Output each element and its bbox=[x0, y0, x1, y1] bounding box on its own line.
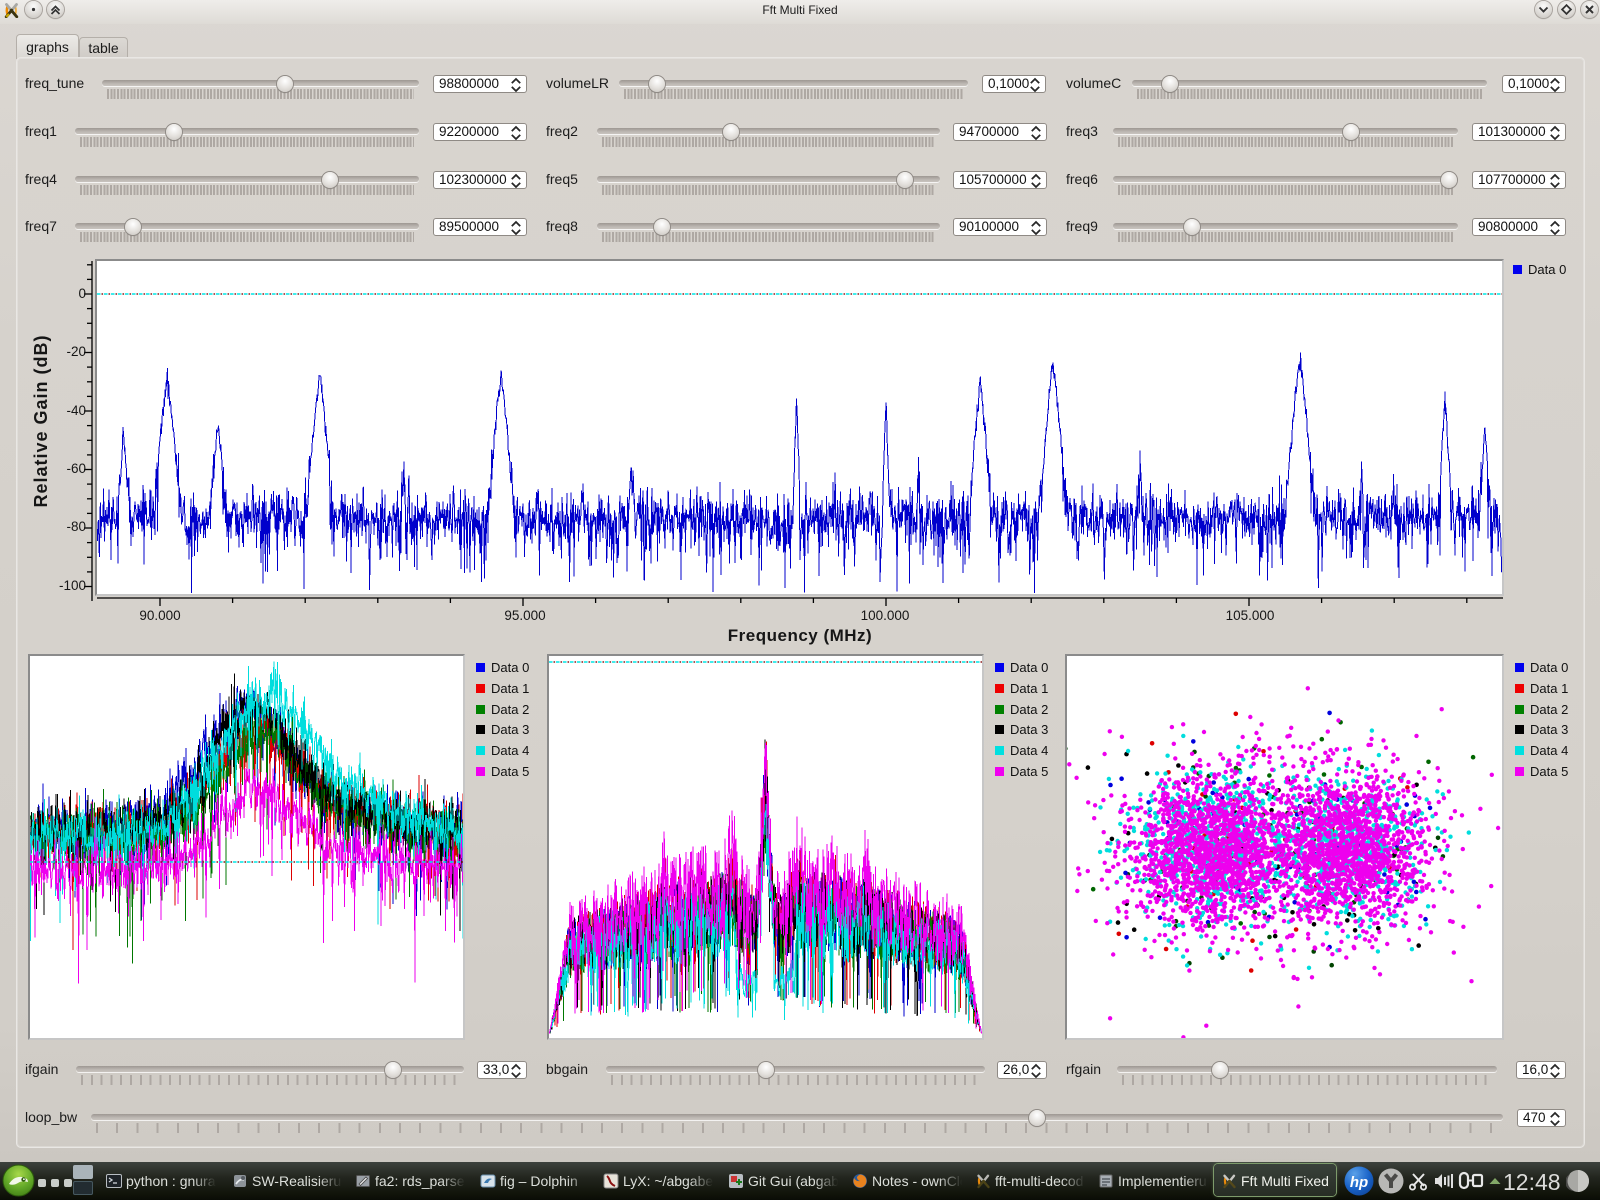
svg-text:hp: hp bbox=[1350, 1174, 1368, 1191]
